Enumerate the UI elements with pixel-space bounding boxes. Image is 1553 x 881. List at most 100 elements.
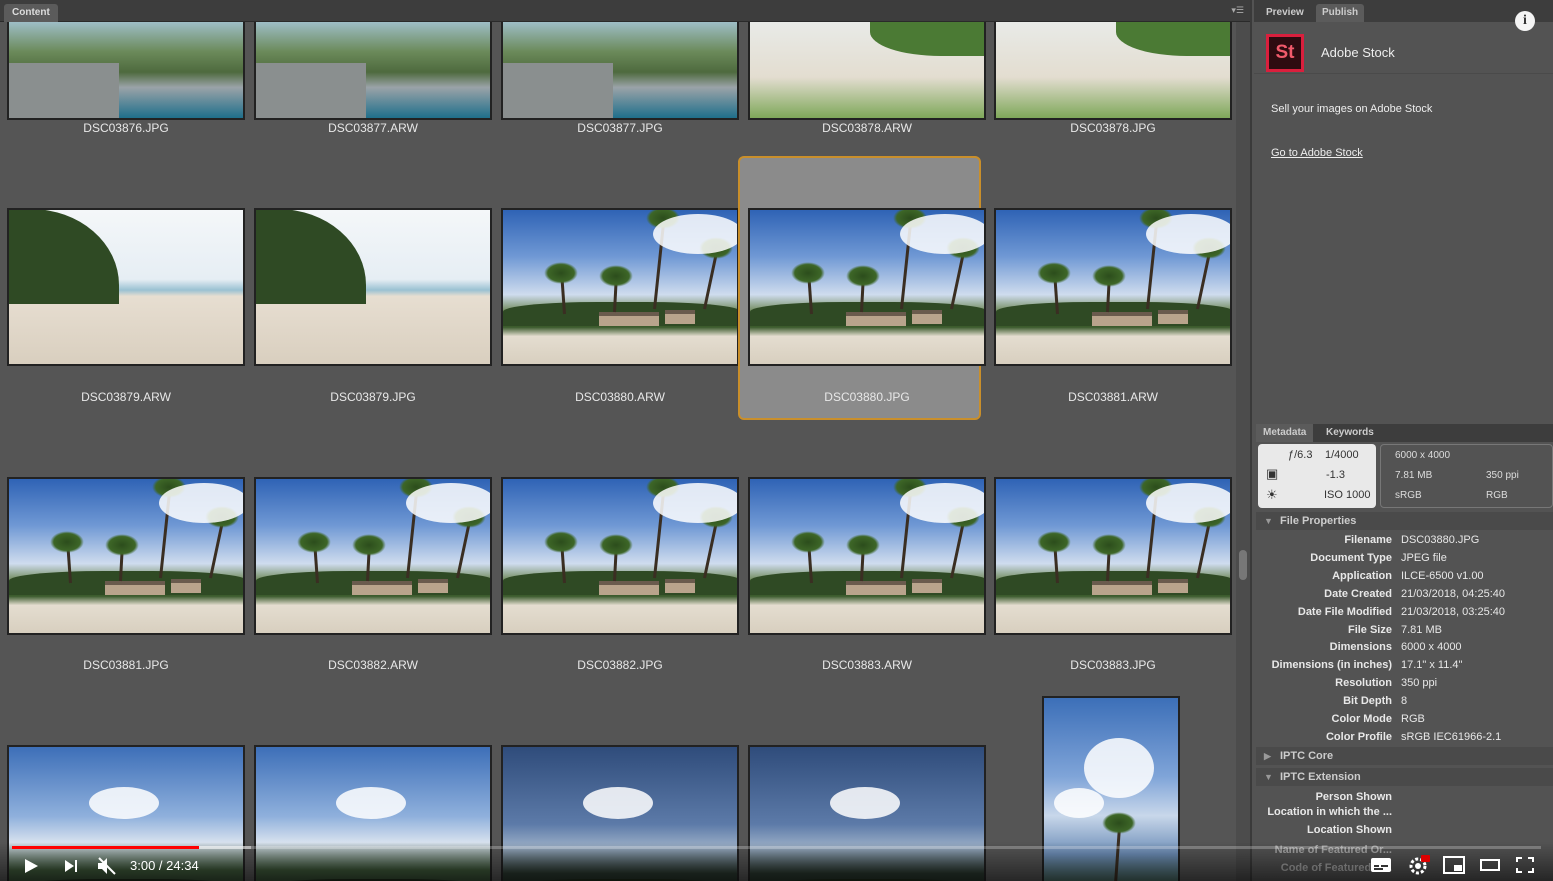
villa — [665, 579, 695, 593]
property-label: Color Mode — [1331, 713, 1393, 725]
ppi-value: 350 ppi — [1486, 470, 1519, 481]
thumbnail-filename: DSC03877.JPG — [577, 121, 663, 135]
thumbnail-image[interactable] — [501, 22, 739, 120]
villa — [105, 581, 165, 595]
info-icon[interactable]: i — [1515, 11, 1535, 31]
property-label: Bit Depth — [1343, 695, 1392, 708]
thumbnail-image[interactable] — [994, 477, 1232, 635]
iptc-core-header[interactable]: ▶ IPTC Core — [1256, 747, 1553, 765]
palm-frond — [1091, 265, 1126, 287]
palm-frond — [1037, 262, 1072, 284]
screenshot-root: { "content_panel": { "tab_label": "Conte… — [0, 0, 1553, 881]
theater-mode-icon[interactable] — [1479, 856, 1501, 874]
tab-preview[interactable]: Preview — [1260, 4, 1310, 22]
cloud — [900, 483, 984, 523]
property-value: 6000 x 4000 — [1401, 641, 1462, 654]
palm-frond — [1037, 531, 1072, 553]
thumbnail-image[interactable] — [748, 208, 986, 366]
villa — [1092, 312, 1152, 326]
stock-description: Sell your images on Adobe Stock — [1271, 103, 1433, 115]
collapse-triangle-icon: ▼ — [1264, 516, 1273, 526]
thumbnail-image[interactable] — [748, 22, 986, 120]
settings-icon[interactable] — [1408, 855, 1430, 875]
palm-frond — [598, 265, 633, 287]
property-row: Bit Depth 8 — [1254, 695, 1553, 713]
stock-title: Adobe Stock — [1321, 45, 1395, 60]
scrollbar-thumb[interactable] — [1239, 550, 1247, 580]
tab-content[interactable]: Content — [4, 4, 58, 22]
thumbnail-image[interactable] — [7, 477, 245, 635]
property-label: Location in which the ... — [1267, 806, 1392, 818]
thumbnail-image[interactable] — [254, 477, 492, 635]
aperture-value: ƒ/6.3 — [1288, 449, 1313, 461]
play-icon[interactable] — [22, 857, 40, 875]
thumbnail-filename: DSC03882.JPG — [577, 658, 663, 672]
property-value: 21/03/2018, 03:25:40 — [1401, 605, 1505, 618]
palm-frond — [845, 265, 880, 287]
villa — [352, 581, 412, 595]
thumbnail-filename: DSC03879.JPG — [330, 390, 416, 404]
cloud — [406, 483, 490, 523]
thumbnail-filename: DSC03878.ARW — [822, 121, 912, 135]
tab-publish[interactable]: Publish — [1316, 4, 1365, 22]
shutter-value: 1/4000 — [1325, 449, 1359, 461]
iptc-extension-header[interactable]: ▼ IPTC Extension — [1256, 768, 1553, 786]
tree-line — [1116, 22, 1230, 56]
mute-icon[interactable] — [96, 856, 118, 876]
next-icon[interactable] — [62, 857, 80, 875]
palm-frond — [791, 531, 826, 553]
villa — [1092, 581, 1152, 595]
pool-deck — [9, 63, 119, 118]
content-tabbar: Content ▾☰ — [0, 0, 1250, 22]
property-label: Document Type — [1310, 551, 1392, 564]
property-row: Dimensions 6000 x 4000 — [1254, 641, 1553, 659]
tab-metadata[interactable]: Metadata — [1256, 424, 1314, 442]
color-mode-value: RGB — [1486, 490, 1508, 501]
palm-frond — [598, 534, 633, 556]
property-value: 8 — [1401, 695, 1408, 708]
miniplayer-icon[interactable] — [1443, 856, 1465, 874]
go-to-adobe-stock-link[interactable]: Go to Adobe Stock — [1271, 147, 1363, 159]
thumbnail-image[interactable] — [994, 22, 1232, 120]
file-properties-header[interactable]: ▼ File Properties — [1256, 512, 1553, 530]
thumbnail-image[interactable] — [994, 208, 1232, 366]
thumbnail-grid: DSC03876.JPG DSC03877.ARW DSC03877.JPG DSC0… — [0, 22, 1236, 881]
camera-data-box: ƒ/6.3 1/4000 ▣ -1.3 ☀ ISO 1000 — [1258, 444, 1376, 508]
expand-triangle-icon: ▶ — [1264, 751, 1271, 761]
thumbnail-image[interactable] — [7, 22, 245, 120]
palm-frond — [791, 262, 826, 284]
iptc-extension-title: IPTC Extension — [1280, 771, 1361, 783]
property-label: Date Created — [1324, 587, 1392, 600]
tree-line — [256, 210, 366, 304]
palm-frond — [50, 531, 85, 553]
property-value: 7.81 MB — [1401, 623, 1442, 636]
thumbnail-image[interactable] — [254, 208, 492, 366]
thumbnail-image[interactable] — [501, 208, 739, 366]
content-scrollbar[interactable] — [1236, 22, 1250, 881]
thumbnail-image[interactable] — [7, 208, 245, 366]
thumbnail-image[interactable] — [501, 477, 739, 635]
palm-frond — [351, 534, 386, 556]
thumbnail-image[interactable] — [254, 22, 492, 120]
iptc-row[interactable]: Location Shown — [1254, 824, 1553, 842]
cloud — [336, 787, 406, 819]
villa — [1158, 579, 1188, 593]
metadata-tabbar: Metadata Keywords — [1256, 424, 1553, 442]
panel-menu-icon[interactable]: ▾☰ — [1231, 6, 1244, 16]
exposure-comp-value: -1.3 — [1326, 469, 1345, 481]
villa — [846, 312, 906, 326]
villa — [599, 581, 659, 595]
villa — [599, 312, 659, 326]
property-label: Filename — [1344, 534, 1392, 546]
subtitles-icon[interactable] — [1370, 856, 1392, 874]
property-row: Color Mode RGB — [1254, 713, 1553, 731]
thumbnail-filename: DSC03883.ARW — [822, 658, 912, 672]
thumbnail-image[interactable] — [748, 477, 986, 635]
progress-bar[interactable] — [12, 846, 1541, 849]
right-panel: Preview Publish i St Adobe Stock Sell yo… — [1254, 0, 1553, 881]
cloud — [89, 787, 159, 819]
iptc-row[interactable]: Location in which the ... — [1254, 806, 1553, 824]
iptc-core-title: IPTC Core — [1280, 750, 1334, 762]
fullscreen-icon[interactable] — [1515, 856, 1535, 874]
tab-keywords[interactable]: Keywords — [1319, 424, 1381, 442]
